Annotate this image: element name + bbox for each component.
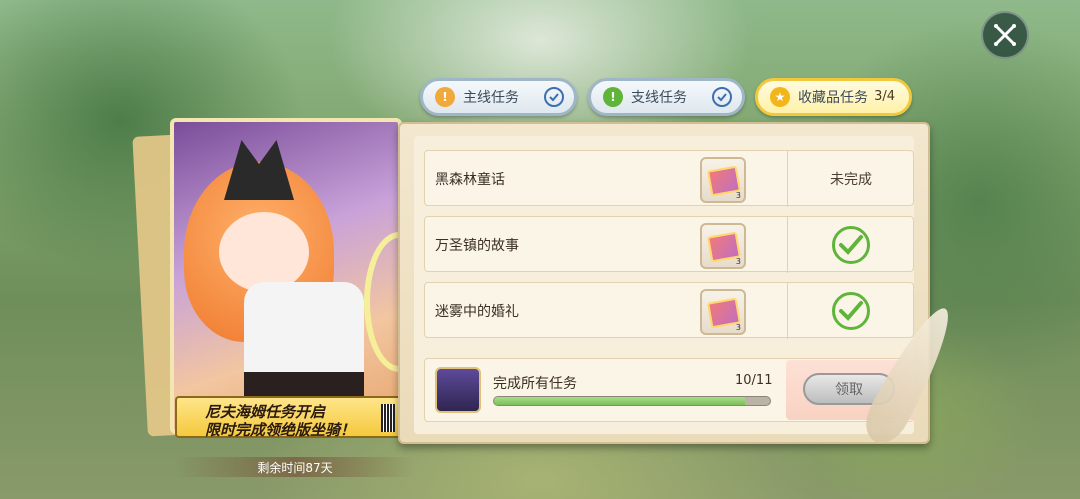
tab-collection-quest[interactable]: ★ 收藏品任务 3/4 [755, 78, 912, 116]
final-reward-label: 完成所有任务 [493, 376, 577, 392]
mount-avatar-icon[interactable] [435, 367, 481, 413]
reward-item[interactable]: 3 [700, 289, 746, 335]
quest-name: 迷雾中的婚礼 [435, 304, 519, 320]
tab-main-quest[interactable]: ! 主线任务 [420, 78, 577, 116]
character-face [219, 212, 309, 292]
bat-hat [224, 140, 294, 200]
quest-name: 万圣镇的故事 [435, 238, 519, 254]
time-remaining: 剩余时间87天 [175, 457, 415, 477]
tab-side-quest[interactable]: ! 支线任务 [588, 78, 745, 116]
complete-check-icon [832, 292, 870, 330]
progress-bar [493, 396, 771, 406]
star-icon: ★ [770, 87, 790, 107]
quest-status: 未完成 [830, 172, 872, 188]
reward-item[interactable]: 3 [700, 223, 746, 269]
info-icon: ! [435, 87, 455, 107]
character-card [170, 118, 402, 434]
quest-status [788, 217, 914, 273]
check-icon [712, 87, 732, 107]
tab-label: 收藏品任务 [798, 90, 868, 106]
quest-row[interactable]: 黑森林童话 3 未完成 [424, 150, 914, 207]
progress-fill [494, 397, 745, 405]
reward-qty: 3 [735, 323, 741, 332]
tab-label: 主线任务 [463, 90, 519, 106]
event-banner: 尼夫海姆任务开启 限时完成领绝版坐骑！ [175, 396, 403, 439]
reward-qty: 3 [735, 191, 741, 200]
quest-status [788, 283, 914, 339]
tab-label: 支线任务 [631, 90, 687, 106]
close-icon [994, 24, 1016, 46]
check-icon [544, 87, 564, 107]
tab-count: 3/4 [874, 89, 895, 104]
quest-name: 黑森林童话 [435, 172, 505, 188]
reward-item[interactable]: 3 [700, 157, 746, 203]
progress-text: 10/11 [735, 373, 773, 388]
halo-ring [364, 232, 398, 372]
complete-check-icon [832, 226, 870, 264]
barcode-icon [381, 404, 395, 432]
reward-qty: 3 [735, 257, 741, 266]
banner-line-2: 限时完成领绝版坐骑！ [205, 421, 356, 439]
quest-row[interactable]: 迷雾中的婚礼 3 [424, 282, 914, 339]
info-icon: ! [603, 87, 623, 107]
close-button[interactable] [981, 11, 1029, 59]
quest-row[interactable]: 万圣镇的故事 3 [424, 216, 914, 273]
